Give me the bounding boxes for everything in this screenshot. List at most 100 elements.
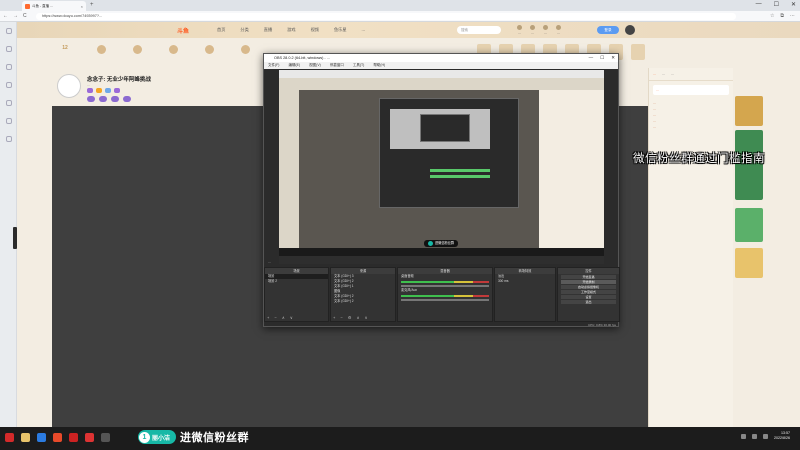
- volume-icon[interactable]: [752, 433, 757, 439]
- url-input[interactable]: https://www.douyu.com/7493997?...: [36, 13, 736, 20]
- app-icon[interactable]: [53, 433, 62, 442]
- room-meta: ...: [87, 83, 90, 87]
- reload-icon[interactable]: C: [23, 13, 27, 19]
- menu-icon[interactable]: ⋯: [790, 13, 795, 19]
- nav-item[interactable]: 首页: [217, 27, 225, 33]
- room-pill[interactable]: [87, 96, 95, 102]
- chat-notice: ...: [653, 85, 729, 95]
- promo-banner[interactable]: [735, 96, 763, 126]
- rail-item[interactable]: [0, 22, 17, 40]
- folder-icon[interactable]: [21, 433, 30, 442]
- favorites-icon[interactable]: ☆: [770, 13, 774, 19]
- back-icon[interactable]: ←: [3, 13, 8, 19]
- app-icon[interactable]: [5, 433, 14, 442]
- system-tray: 13:57 2022/8/26: [741, 431, 790, 441]
- ime-icon[interactable]: [763, 433, 768, 439]
- volume-fader[interactable]: [401, 299, 489, 301]
- app-icon[interactable]: [69, 433, 78, 442]
- nav-item[interactable]: 游戏: [287, 27, 295, 33]
- app-icon[interactable]: [85, 433, 94, 442]
- menu-edit[interactable]: 编辑(E): [288, 62, 300, 69]
- chat-tab[interactable]: ...: [671, 72, 674, 76]
- room-tag[interactable]: [96, 88, 102, 93]
- site-logo[interactable]: 斗鱼: [177, 26, 189, 35]
- menu-help[interactable]: 帮助(H): [373, 62, 385, 69]
- scene-item[interactable]: 场景 2: [265, 279, 328, 284]
- feature-item[interactable]: [165, 45, 181, 55]
- room-pill[interactable]: [99, 96, 107, 102]
- tab-close-icon[interactable]: ×: [81, 4, 83, 9]
- menu-docks[interactable]: 停靠窗口: [330, 62, 344, 69]
- user-avatar[interactable]: [625, 25, 635, 35]
- nav-item[interactable]: 鱼乐星: [334, 27, 347, 33]
- obs-preview[interactable]: 进微信粉丝群: [279, 70, 604, 264]
- room-pill[interactable]: [123, 96, 131, 102]
- user-link[interactable]: ...: [556, 25, 561, 35]
- maximize-button[interactable]: ☐: [774, 1, 779, 8]
- menu-view[interactable]: 视图(V): [309, 62, 321, 69]
- nav-item[interactable]: 分类: [240, 27, 248, 33]
- browser-tab[interactable]: 斗鱼 - 直播 ... ×: [22, 1, 86, 11]
- rail-item[interactable]: [0, 130, 17, 148]
- nav-item[interactable]: ...: [362, 27, 366, 33]
- login-button[interactable]: 登录: [597, 26, 619, 34]
- rail-item[interactable]: [0, 76, 17, 94]
- feature-item[interactable]: [237, 45, 253, 55]
- message-icon: [556, 25, 561, 30]
- extensions-icon[interactable]: ⧉: [780, 13, 784, 19]
- promo-banner[interactable]: [735, 208, 763, 242]
- feature-item[interactable]: [93, 45, 109, 55]
- gift-item[interactable]: [631, 44, 645, 60]
- source-toolbar[interactable]: + − ⚙ ∧ ∨: [333, 315, 370, 320]
- rail-item[interactable]: [0, 40, 17, 58]
- obs-close-button[interactable]: ✕: [611, 54, 615, 62]
- room-tag[interactable]: [114, 88, 120, 93]
- studio-mode-button[interactable]: 工作室模式: [561, 290, 616, 294]
- rail-item[interactable]: [0, 112, 17, 130]
- scene-toolbar[interactable]: + − ∧ ∨: [267, 315, 295, 320]
- nav-item[interactable]: 直播: [264, 27, 272, 33]
- mixer-channel-label: 桌面音频: [401, 274, 414, 278]
- settings-button[interactable]: 设置: [561, 295, 616, 299]
- exit-button[interactable]: 退出: [561, 300, 616, 304]
- clock[interactable]: 13:57 2022/8/26: [774, 431, 790, 441]
- minimize-button[interactable]: —: [756, 1, 762, 8]
- start-streaming-button[interactable]: 开始直播: [561, 275, 616, 279]
- live-icon: [5, 46, 12, 52]
- obs-maximize-button[interactable]: ☐: [600, 54, 604, 62]
- site-header: 斗鱼 首页 分类 直播 游戏 视频 鱼乐星 ... 搜索 ... ... ...…: [17, 22, 800, 38]
- rail-item[interactable]: [0, 58, 17, 76]
- promo-banner[interactable]: [735, 248, 763, 278]
- user-link[interactable]: ...: [517, 25, 522, 35]
- user-link[interactable]: ...: [543, 25, 548, 35]
- volume-fader[interactable]: [401, 285, 489, 287]
- obs-icon[interactable]: [101, 433, 110, 442]
- site-search-input[interactable]: 搜索: [457, 26, 501, 34]
- obs-minimize-button[interactable]: —: [589, 54, 594, 62]
- game-icon: [5, 82, 12, 88]
- feature-item[interactable]: [129, 45, 145, 55]
- new-tab-button[interactable]: +: [90, 2, 94, 8]
- source-item[interactable]: 文本 (GDI+) 2: [331, 299, 395, 304]
- rail-item[interactable]: [0, 94, 17, 112]
- menu-file[interactable]: 文件(F): [268, 62, 279, 69]
- network-icon[interactable]: [741, 433, 746, 439]
- nav-item[interactable]: 视频: [311, 27, 319, 33]
- transition-duration[interactable]: 300 ms: [495, 279, 555, 284]
- virtual-camera-button[interactable]: 启动虚拟摄像机: [561, 285, 616, 289]
- video-overlay-title: 微信粉丝群通过门槛指南: [633, 151, 765, 165]
- chat-tab[interactable]: ...: [653, 72, 656, 76]
- room-tag[interactable]: [87, 88, 93, 93]
- chat-tab[interactable]: ...: [662, 72, 665, 76]
- room-pill[interactable]: [111, 96, 119, 102]
- feature-item[interactable]: 12: [57, 45, 73, 55]
- feature-item[interactable]: [201, 45, 217, 55]
- streamer-avatar[interactable]: [57, 74, 81, 98]
- room-tag[interactable]: [105, 88, 111, 93]
- forward-icon[interactable]: →: [13, 13, 18, 19]
- close-window-button[interactable]: ✕: [791, 1, 796, 8]
- menu-tools[interactable]: 工具(T): [353, 62, 364, 69]
- start-recording-button[interactable]: 开始录制: [561, 280, 616, 284]
- user-link[interactable]: ...: [530, 25, 535, 35]
- edge-icon[interactable]: [37, 433, 46, 442]
